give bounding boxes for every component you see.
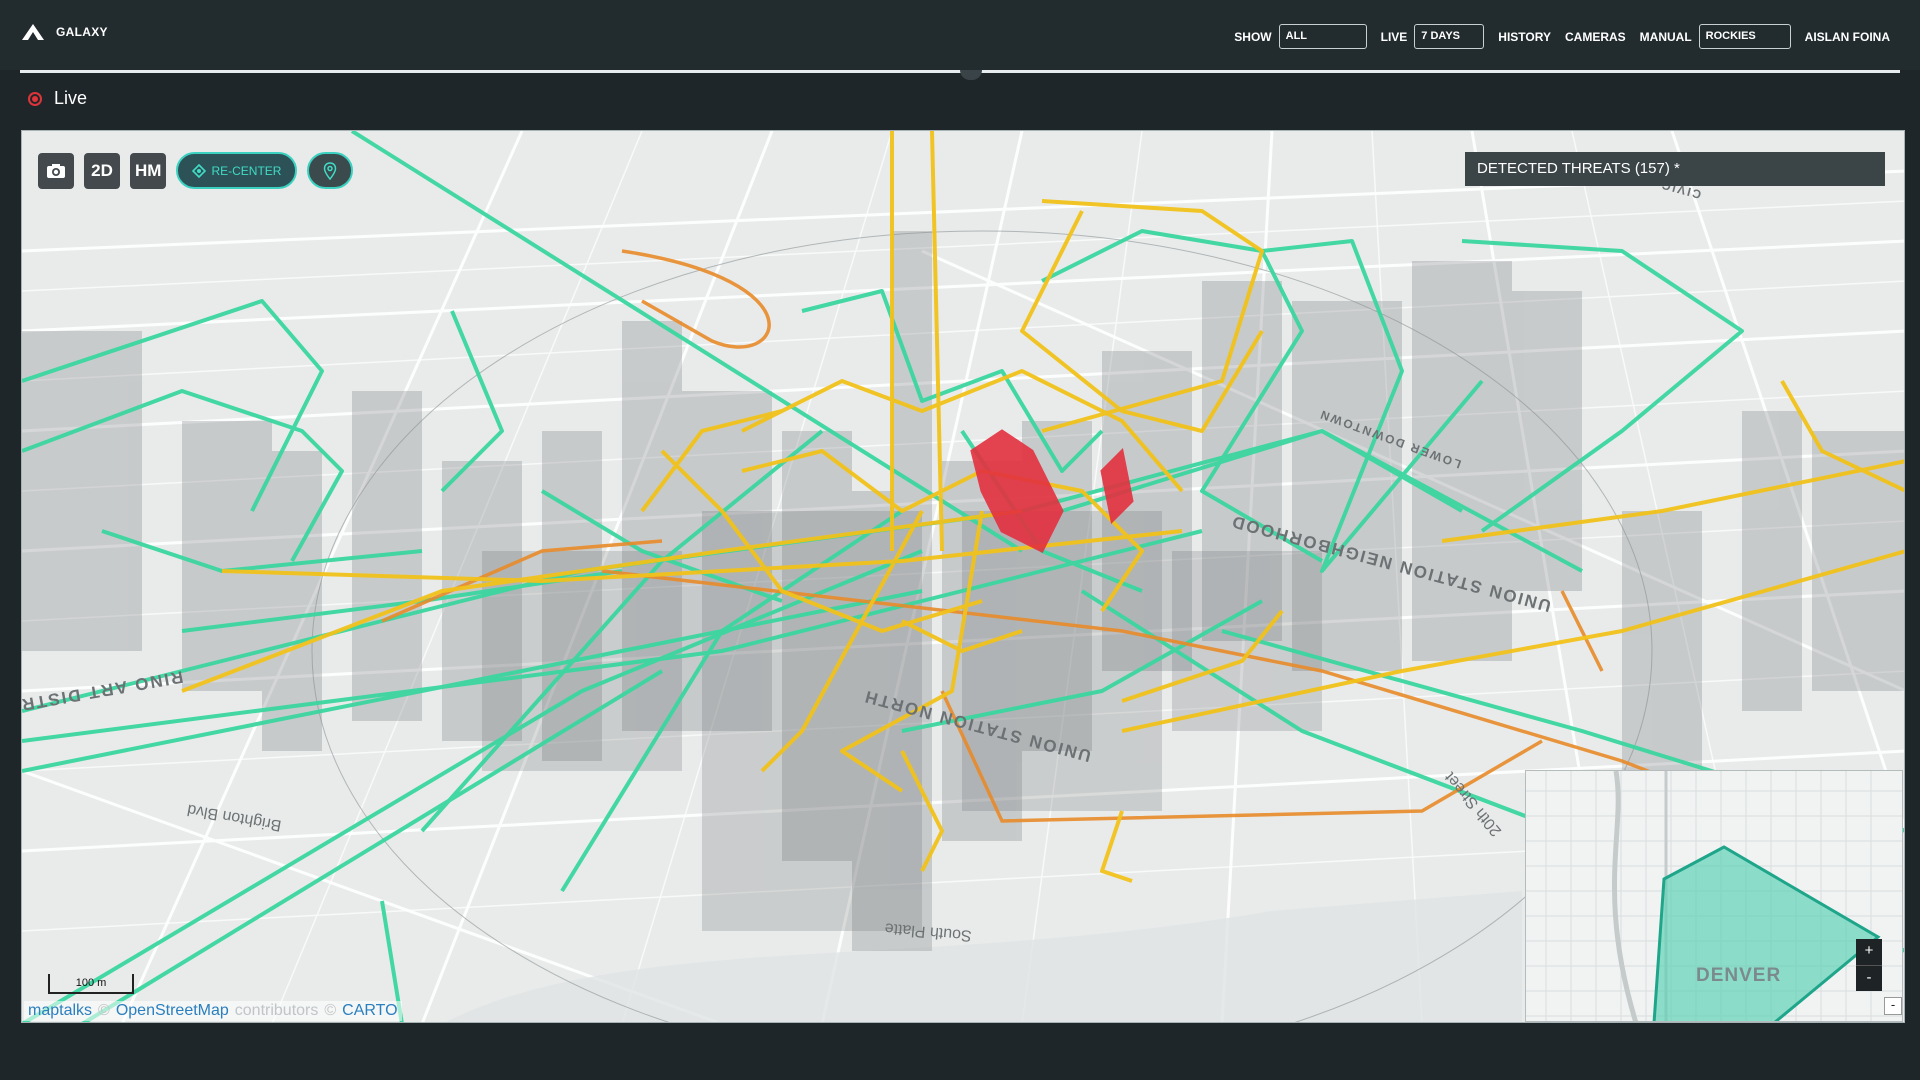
live-filter: LIVE 7 DAYS: [1381, 24, 1485, 49]
top-nav: SHOW ALL LIVE 7 DAYS HISTORY CAMERAS MAN…: [1234, 24, 1890, 49]
show-filter: SHOW ALL: [1234, 24, 1367, 49]
map-toolbar: 2D HM RE-CENTER: [38, 152, 354, 189]
attribution-carto-link[interactable]: CARTO: [342, 1002, 397, 1020]
attribution-osm-link[interactable]: OpenStreetMap: [116, 1002, 229, 1020]
map-label-rino-art-district: RINO ART DISTRICT: [22, 667, 185, 720]
history-link[interactable]: HISTORY: [1498, 30, 1551, 44]
attribution-separator-2: ©: [324, 1002, 337, 1019]
scale-bar: 100 m: [48, 974, 134, 994]
recenter-button[interactable]: RE-CENTER: [176, 152, 298, 189]
minimap-zoom-controls: + -: [1856, 939, 1882, 991]
minimap-city-label: DENVER: [1696, 965, 1782, 986]
zoom-out-button[interactable]: -: [1856, 965, 1882, 991]
cameras-link[interactable]: CAMERAS: [1565, 30, 1626, 44]
live-indicator-icon: [28, 91, 42, 106]
heatmap-button[interactable]: HM: [130, 152, 167, 189]
galaxy-logo-icon: [22, 24, 44, 40]
attribution-maptalks-link[interactable]: maptalks: [28, 1002, 92, 1020]
minimap-collapse-button[interactable]: -: [1884, 997, 1902, 1015]
detected-threats-panel[interactable]: DETECTED THREATS (157) *: [1465, 152, 1885, 186]
show-select[interactable]: ALL: [1278, 24, 1367, 49]
manual-label: MANUAL: [1639, 29, 1692, 44]
threats-count: (157) *: [1634, 160, 1680, 177]
recenter-label: RE-CENTER: [211, 163, 282, 178]
live-status-label: Live: [54, 88, 88, 108]
recenter-icon: [192, 163, 207, 178]
river: [446, 891, 1522, 1022]
location-button[interactable]: [307, 152, 354, 189]
manual-select[interactable]: ROCKIES: [1698, 24, 1791, 49]
manual-filter: MANUAL ROCKIES: [1640, 24, 1791, 49]
live-label: LIVE: [1380, 29, 1408, 44]
attribution-contributors: contributors: [234, 1002, 319, 1019]
header-divider-handle[interactable]: [960, 70, 982, 80]
map-view[interactable]: UNION STATION NORTH UNION STATION NEIGHB…: [21, 130, 1905, 1023]
live-range-select[interactable]: 7 DAYS: [1414, 24, 1485, 49]
brand-label: GALAXY: [56, 25, 108, 39]
user-menu[interactable]: AISLAN FOINA: [1805, 30, 1890, 44]
show-label: SHOW: [1234, 29, 1272, 44]
top-bar: GALAXY SHOW ALL LIVE 7 DAYS HISTORY CAME…: [0, 0, 1920, 70]
map-attribution: maptalks © OpenStreetMap contributors © …: [24, 1001, 402, 1021]
screenshot-button[interactable]: [38, 152, 74, 189]
live-status: Live: [28, 88, 87, 109]
camera-icon: [47, 163, 65, 178]
brand[interactable]: GALAXY: [20, 22, 108, 42]
overview-minimap[interactable]: DENVER + -: [1525, 770, 1903, 1022]
mode-2d-button[interactable]: 2D: [84, 152, 120, 189]
zoom-in-button[interactable]: +: [1856, 939, 1882, 965]
attribution-separator: ©: [98, 1002, 110, 1019]
minimap-view-area: [1652, 845, 1881, 1021]
map-label-brighton-blvd: Brighton Blvd: [186, 801, 283, 834]
location-pin-icon: [324, 161, 337, 180]
threats-title: DETECTED THREATS: [1477, 160, 1631, 177]
